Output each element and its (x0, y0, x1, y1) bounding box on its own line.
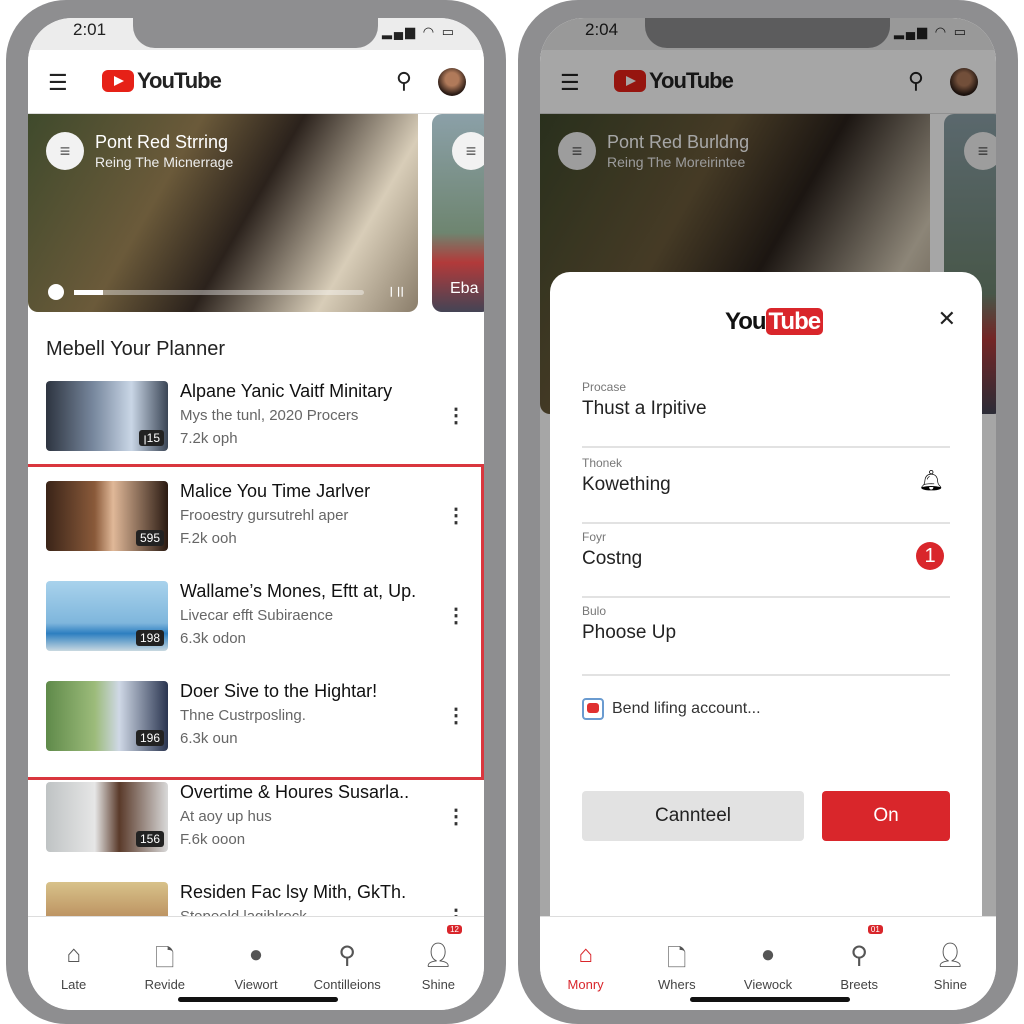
nav-item-monry[interactable]: ⌂ Monry (540, 917, 631, 1010)
nav-label: Revide (144, 977, 186, 992)
video-title[interactable]: Alpane Yanic Vaitf Minitary (180, 381, 392, 402)
avatar[interactable] (438, 68, 466, 96)
notch (133, 18, 378, 48)
field-label: Thonek (582, 456, 623, 470)
progress-slider[interactable] (74, 290, 364, 295)
circle-icon: ● (760, 941, 776, 968)
app-header: ☰ YouTube ⚲ (28, 50, 484, 114)
notification-badge: 12 (447, 925, 463, 934)
video-channel: Mys the tunl, 2020 Procers (180, 407, 359, 424)
nav-label: Late (60, 977, 87, 992)
menu-icon[interactable]: ≡ (46, 132, 84, 170)
close-icon[interactable]: ✕ (938, 306, 956, 332)
field-value: Phoose Up (582, 622, 677, 643)
play-icon (102, 70, 134, 92)
bottom-nav: ⌂ Late 🗋︎ Revide ● Viewort ⚲ Contilleions 👤︎ Shin… (28, 916, 484, 1010)
featured-title: Pont Red Strring (95, 132, 229, 152)
search-icon[interactable]: ⚲ (396, 68, 412, 94)
notification-badge: 01 (867, 925, 883, 934)
video-views: F.6k ooon (180, 831, 246, 848)
bottom-nav: ⌂ Monry 🗋︎ Whers ● Viewock ⚲ Breets 01 👤︎ Shine (540, 916, 996, 1010)
field-thonek[interactable]: Thonek Kowething 🔔︎ (582, 448, 950, 524)
home-icon: ⌂ (578, 941, 593, 968)
more-options-icon[interactable]: ⋮ (446, 403, 466, 428)
nav-label: Whers (658, 977, 696, 992)
field-value: Thust a Irpitive (582, 398, 707, 419)
status-time: 2:01 (73, 20, 107, 39)
video-list-item[interactable]: 156 Overtime & Houres Susarla.. At aoy u… (46, 782, 466, 854)
video-thumbnail[interactable]: ꞁ15 (46, 381, 168, 451)
nav-label: Contilleions (313, 977, 381, 992)
field-value: Costng (582, 548, 643, 569)
checkbox-label: Bend lifing account... (612, 700, 761, 717)
circle-icon: ● (248, 941, 264, 968)
field-foyr[interactable]: Foyr Costng 1 (582, 522, 950, 598)
video-title[interactable]: Residen Fac lsy Mith, GkTh. (180, 882, 406, 903)
person-icon: 👤︎ (423, 942, 454, 969)
menu-icon[interactable]: ☰ (48, 70, 68, 96)
nav-item-late[interactable]: ⌂ Late (28, 917, 119, 1010)
duration-badge: ꞁ15 (139, 430, 164, 446)
home-icon: ⌂ (66, 941, 81, 968)
checkbox-icon[interactable] (582, 698, 604, 720)
highlight-box (28, 464, 484, 780)
featured-video[interactable]: ≡ Pont Red Strring Reing The Micnerrage … (28, 114, 418, 312)
next-video-card[interactable]: ≡ Eba (432, 114, 484, 312)
section-title: Mebell Your Planner (46, 338, 226, 360)
youtube-logo: You Tube (725, 308, 824, 336)
bell-icon[interactable]: 🔔︎ (919, 468, 944, 493)
right-phone: 2:04 ▂▄▆ ◠ ▭ ☰ YouTube ⚲ ≡ Pont Red Burl… (518, 0, 1018, 1024)
video-channel: At aoy up hus (180, 808, 272, 825)
video-views: 7.2k oph (180, 430, 238, 447)
count-badge: 1 (916, 542, 944, 570)
cancel-button[interactable]: Canntеel (582, 791, 804, 841)
modal-sheet: You Tube ✕ Procase Thust a Irpitive Thonek… (550, 272, 982, 918)
logo-tube: Tube (765, 308, 824, 335)
video-list-item[interactable]: ꞁ15 Alpane Yanic Vaitf Minitary Mys the … (46, 381, 466, 453)
nav-label: Monry (567, 977, 604, 992)
nav-label: Shine (933, 977, 968, 992)
nav-item-shine[interactable]: 👤︎ Shine (905, 917, 996, 1010)
left-phone: 2:01 ▂▄▆ ◠ ▭ ☰ YouTube ⚲ ≡ Pont Red Strr… (6, 0, 506, 1024)
left-screen: 2:01 ▂▄▆ ◠ ▭ ☰ YouTube ⚲ ≡ Pont Red Strr… (28, 18, 484, 1010)
nav-label: Viewort (234, 977, 278, 992)
nav-label: Breets (840, 977, 878, 992)
brand-text: YouTube (137, 68, 222, 93)
field-bulo[interactable]: Bulo Phoose Up (582, 596, 950, 676)
signal-wifi-battery-icon: ▂▄▆ ◠ ▭ (381, 24, 456, 39)
nav-label: Viewock (743, 977, 793, 992)
video-title[interactable]: Overtime & Houres Susarla.. (180, 782, 409, 803)
youtube-logo[interactable]: YouTube (102, 68, 222, 94)
home-indicator (178, 997, 338, 1002)
field-value: Kowething (582, 474, 671, 495)
document-icon: 🗋︎ (155, 945, 175, 972)
quality-icon[interactable]: ꞁ ꞁꞁ (390, 282, 404, 298)
search-icon: ⚲ (850, 942, 868, 969)
more-options-icon[interactable]: ⋮ (446, 804, 466, 829)
next-card-label: Eba (450, 280, 479, 297)
search-icon: ⚲ (338, 942, 356, 969)
status-bar: 2:01 ▂▄▆ ◠ ▭ (28, 18, 484, 50)
confirm-button[interactable]: On (822, 791, 950, 841)
featured-subtitle: Reing The Micnerrage (95, 154, 234, 170)
duration-badge: 156 (135, 831, 164, 847)
person-icon: 👤︎ (935, 942, 966, 969)
video-thumbnail[interactable]: 156 (46, 782, 168, 852)
menu-icon[interactable]: ≡ (452, 132, 484, 170)
logo-you: You (725, 308, 767, 335)
nav-item-shine[interactable]: 👤︎ Shine 12 (393, 917, 484, 1010)
right-screen: 2:04 ▂▄▆ ◠ ▭ ☰ YouTube ⚲ ≡ Pont Red Burl… (540, 18, 996, 1010)
play-toggle[interactable] (48, 284, 64, 300)
nav-label: Shine (421, 977, 456, 992)
document-icon: 🗋︎ (667, 945, 687, 972)
field-label: Bulo (582, 604, 607, 618)
field-label: Foyr (582, 530, 606, 544)
account-checkbox[interactable]: Bend lifing account... (582, 698, 761, 720)
field-procase[interactable]: Procase Thust a Irpitive (582, 372, 950, 448)
home-indicator (690, 997, 850, 1002)
field-label: Procase (582, 380, 627, 394)
